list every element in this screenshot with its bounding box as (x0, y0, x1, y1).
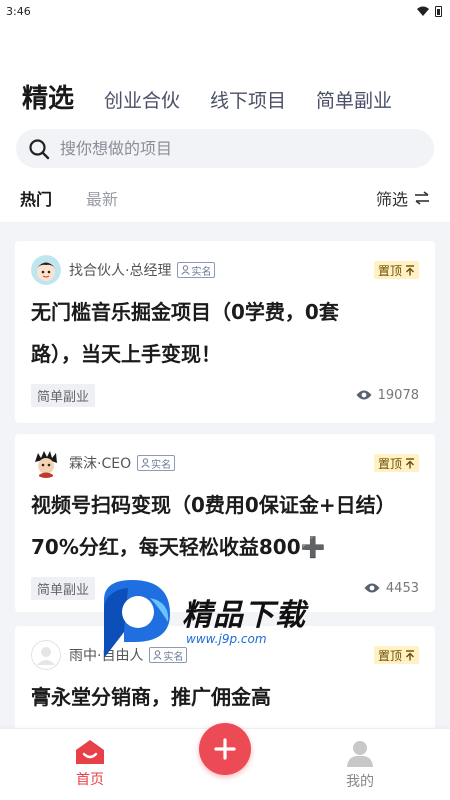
pinned-badge: 置顶 (373, 646, 419, 664)
sort-latest[interactable]: 最新 (86, 186, 118, 210)
bottom-nav: 首页 我的 (0, 723, 450, 800)
avatar[interactable] (31, 640, 61, 670)
verified-badge: 实名 (177, 262, 216, 278)
project-title[interactable]: 无门槛音乐掘金项目（0学费，0套 路），当天上手变现！ (31, 291, 419, 375)
nav-home-label: 首页 (76, 772, 104, 788)
pinned-badge: 置顶 (373, 261, 419, 279)
user-icon (181, 265, 191, 275)
avatar[interactable] (31, 255, 61, 285)
pin-top-icon (406, 264, 414, 275)
project-title[interactable]: 视频号扫码变现（0费用0保证金+日结） 70%分红，每天轻松收益800➕ (31, 484, 419, 568)
eye-icon (364, 583, 380, 593)
nav-home[interactable]: 首页 (60, 739, 120, 789)
project-title-line: 膏永堂分销商，推广佣金高 (31, 685, 271, 709)
author-name[interactable]: 找合伙人·总经理 (69, 260, 171, 280)
project-title-line: 路），当天上手变现！ (31, 342, 221, 366)
user-icon (153, 650, 163, 660)
plus-icon (214, 738, 236, 760)
tab-offline-projects[interactable]: 线下项目 (210, 86, 286, 113)
card-footer: 简单副业 4453 (31, 568, 419, 608)
project-title-line: 无门槛音乐掘金项目（0学费，0套 (31, 300, 339, 324)
status-bar: 3:46 (0, 0, 450, 22)
category-tag[interactable]: 简单副业 (31, 576, 96, 600)
search-icon (29, 138, 50, 159)
card-footer: 简单副业 19078 (31, 375, 419, 415)
filter-button[interactable]: 筛选 (376, 186, 430, 210)
wifi-icon (417, 6, 429, 16)
publish-button[interactable] (199, 723, 251, 775)
pinned-label: 置顶 (377, 263, 402, 278)
pin-top-icon (406, 649, 414, 660)
search-input[interactable] (60, 139, 400, 158)
eye-icon (356, 390, 372, 400)
tab-side-jobs[interactable]: 简单副业 (316, 86, 392, 113)
verified-badge: 实名 (149, 647, 188, 663)
pin-top-icon (406, 457, 414, 468)
project-card[interactable]: 雨中·自由人 实名 置顶 膏永堂分销商，推广佣金高 (15, 626, 435, 728)
card-header: 雨中·自由人 实名 置顶 (31, 640, 419, 670)
card-header: 找合伙人·总经理 实名 置顶 (31, 255, 419, 285)
filter-label: 筛选 (375, 190, 408, 209)
pinned-label: 置顶 (377, 456, 402, 471)
project-card[interactable]: 找合伙人·总经理 实名 置顶 无门槛音乐掘金项目（0学费，0套 路），当天上手变… (15, 241, 435, 423)
view-count: 19078 (356, 388, 419, 403)
project-title[interactable]: 膏永堂分销商，推广佣金高 (31, 676, 419, 718)
nav-me[interactable]: 我的 (330, 739, 390, 791)
sort-row: 热门 最新 筛选 (20, 186, 430, 210)
project-title-line: 70%分红，每天轻松收益800➕ (31, 535, 326, 559)
battery-icon (435, 5, 442, 17)
pinned-badge: 置顶 (373, 454, 419, 472)
search-bar[interactable] (16, 129, 434, 168)
category-tag[interactable]: 简单副业 (31, 383, 96, 407)
status-time: 3:46 (6, 4, 31, 18)
user-profile-icon (347, 741, 373, 767)
avatar[interactable] (31, 448, 61, 478)
category-tabs: 精选 创业合伙 线下项目 简单副业 (22, 78, 392, 115)
filter-arrows-icon (415, 191, 429, 205)
card-header: 霖沫·CEO 实名 置顶 (31, 448, 419, 478)
pinned-label: 置顶 (377, 648, 402, 663)
project-feed[interactable]: 找合伙人·总经理 实名 置顶 无门槛音乐掘金项目（0学费，0套 路），当天上手变… (0, 222, 450, 728)
tab-startup-partner[interactable]: 创业合伙 (104, 86, 180, 113)
project-title-line: 视频号扫码变现（0费用0保证金+日结） (31, 493, 396, 517)
verified-label: 实名 (151, 459, 172, 471)
user-icon (141, 458, 150, 468)
author-name[interactable]: 雨中·自由人 (69, 645, 143, 665)
verified-badge: 实名 (137, 455, 176, 471)
project-card[interactable]: 霖沫·CEO 实名 置顶 视频号扫码变现（0费用0保证金+日结） 70%分红，每… (15, 434, 435, 612)
verified-label: 实名 (163, 651, 184, 663)
status-icons (417, 5, 442, 17)
nav-me-label: 我的 (346, 774, 374, 790)
view-count-value: 4453 (385, 580, 419, 596)
view-count: 4453 (364, 581, 419, 596)
author-name[interactable]: 霖沫·CEO (69, 453, 131, 473)
home-icon (76, 740, 104, 764)
view-count-value: 19078 (377, 387, 419, 403)
tab-featured[interactable]: 精选 (22, 78, 74, 115)
sort-hot[interactable]: 热门 (20, 186, 52, 210)
verified-label: 实名 (191, 266, 212, 278)
